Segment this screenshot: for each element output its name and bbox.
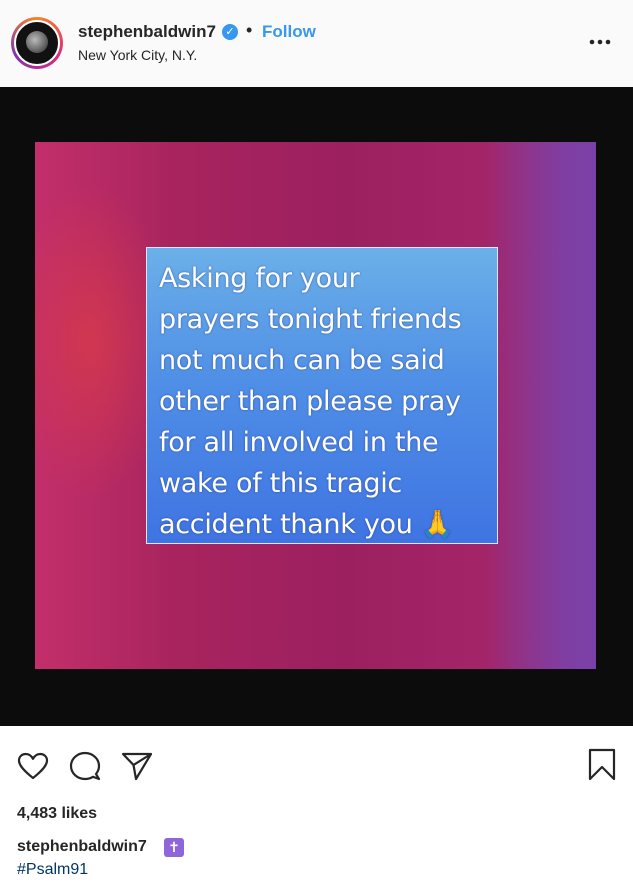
post-image: Asking for your prayers tonight friends … <box>35 142 596 669</box>
post-header: stephenbaldwin7 ✓ • Follow New York City… <box>0 0 633 88</box>
more-options-icon[interactable] <box>586 30 614 50</box>
share-icon[interactable] <box>121 751 153 786</box>
action-bar <box>0 726 633 806</box>
avatar-image <box>14 20 60 66</box>
background-blur-right <box>486 142 596 669</box>
heart-icon[interactable] <box>17 752 49 785</box>
cross-emoji-icon: ✝ <box>164 838 184 857</box>
caption-username[interactable]: stephenbaldwin7 <box>17 838 147 856</box>
hashtag-link[interactable]: #Psalm91 <box>17 861 88 879</box>
post-media[interactable]: Asking for your prayers tonight friends … <box>0 87 633 726</box>
message-text: Asking for your prayers tonight friends … <box>159 263 462 540</box>
username-link[interactable]: stephenbaldwin7 <box>78 22 216 42</box>
message-card: Asking for your prayers tonight friends … <box>146 247 498 544</box>
comment-icon[interactable] <box>69 751 101 786</box>
avatar-photo <box>26 31 48 53</box>
bookmark-icon[interactable] <box>587 748 617 787</box>
verified-badge-icon: ✓ <box>222 24 238 40</box>
location-link[interactable]: New York City, N.Y. <box>78 47 197 63</box>
avatar[interactable] <box>11 17 63 69</box>
likes-count[interactable]: 4,483 likes <box>17 805 97 823</box>
follow-button[interactable]: Follow <box>262 22 316 42</box>
separator-dot: • <box>246 20 253 40</box>
